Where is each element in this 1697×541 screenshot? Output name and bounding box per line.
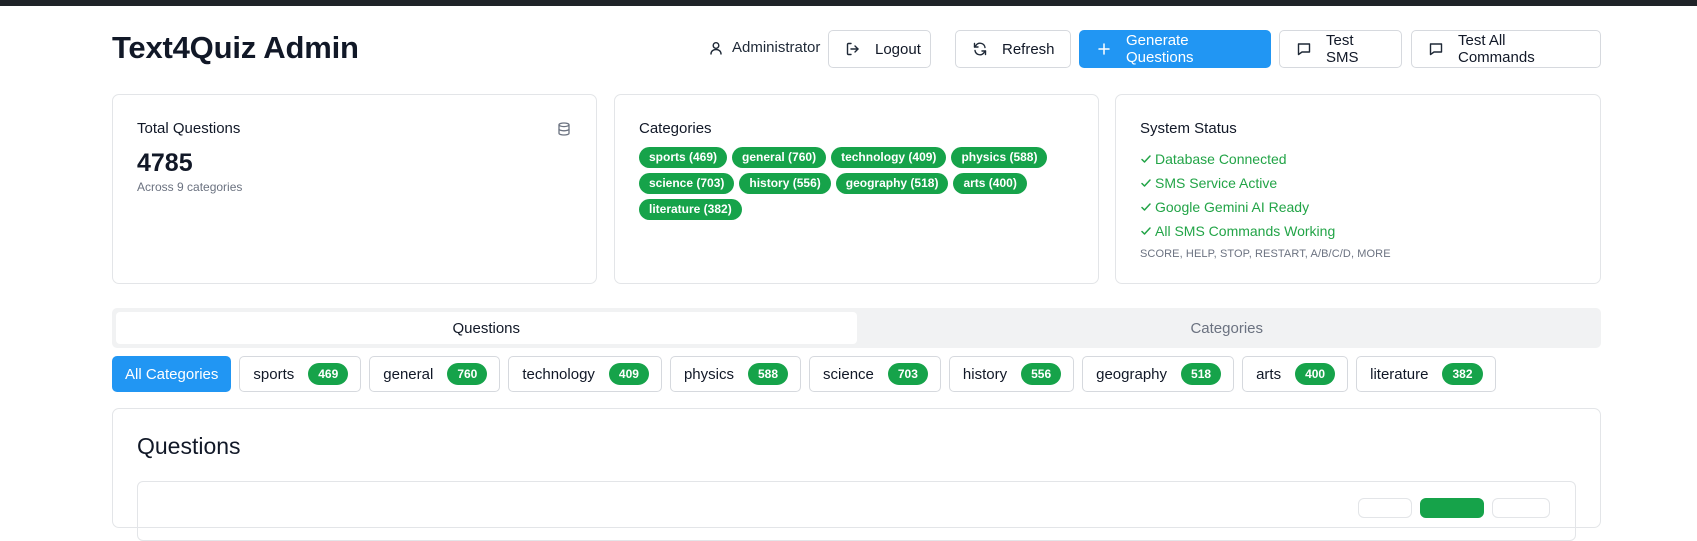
logout-icon xyxy=(846,42,859,56)
database-icon xyxy=(558,122,570,136)
category-pill: history (556) xyxy=(739,173,831,194)
total-questions-card: Total Questions 4785 Across 9 categories xyxy=(112,94,597,284)
filter-label: arts xyxy=(1256,365,1282,383)
filter-label: history xyxy=(962,365,1008,383)
questions-panel: Questions xyxy=(112,408,1601,541)
status-note: SCORE, HELP, STOP, RESTART, A/B/C/D, MOR… xyxy=(1140,248,1391,260)
question-action-button[interactable] xyxy=(1492,498,1550,518)
message-icon xyxy=(1429,43,1443,56)
card-title: System Status xyxy=(1140,120,1237,137)
tab-categories[interactable]: Categories xyxy=(857,312,1598,344)
filter-label: sports xyxy=(253,365,295,383)
filter-all-categories[interactable]: All Categories xyxy=(112,356,232,392)
status-item: Database Connected xyxy=(1140,147,1391,171)
top-bar xyxy=(0,0,1697,6)
category-pill: general (760) xyxy=(732,147,827,168)
status-item: SMS Service Active xyxy=(1140,171,1391,195)
status-text: Database Connected xyxy=(1155,151,1287,167)
refresh-icon xyxy=(973,42,987,56)
user-info: Administrator xyxy=(708,39,820,56)
tab-bar: Questions Categories xyxy=(112,308,1601,348)
category-pills: sports (469) general (760) technology (4… xyxy=(639,147,1069,220)
status-item: Google Gemini AI Ready xyxy=(1140,195,1391,219)
check-icon xyxy=(1141,227,1151,235)
test-sms-button[interactable]: Test SMS xyxy=(1279,30,1402,68)
total-questions-subtitle: Across 9 categories xyxy=(137,180,243,194)
filter-literature[interactable]: literature 382 xyxy=(1356,356,1496,392)
filter-label: physics xyxy=(683,365,734,383)
category-pill: arts (400) xyxy=(953,173,1027,194)
filter-count-badge: 588 xyxy=(747,363,789,385)
filter-label: geography xyxy=(1096,365,1168,383)
filter-label: science xyxy=(823,365,874,383)
filter-count-badge: 703 xyxy=(887,363,928,385)
tab-questions[interactable]: Questions xyxy=(116,312,857,344)
status-text: All SMS Commands Working xyxy=(1155,223,1336,239)
filter-history[interactable]: history 556 xyxy=(948,356,1075,392)
card-title: Categories xyxy=(639,120,712,137)
filter-technology[interactable]: technology 409 xyxy=(508,356,662,392)
filter-count-badge: 518 xyxy=(1181,363,1222,385)
filter-count-badge: 469 xyxy=(308,363,349,385)
system-status-card: System Status Database Connected SMS Ser… xyxy=(1115,94,1601,284)
message-icon xyxy=(1297,43,1311,56)
question-row xyxy=(137,481,1576,541)
category-pill: physics (588) xyxy=(951,147,1048,168)
app-title: Text4Quiz Admin xyxy=(112,30,359,65)
card-title: Total Questions xyxy=(137,120,241,137)
test-sms-label: Test SMS xyxy=(1326,32,1359,66)
logout-label: Logout xyxy=(875,40,921,58)
plus-icon xyxy=(1098,43,1110,55)
refresh-button[interactable]: Refresh xyxy=(955,30,1071,68)
filter-arts[interactable]: arts 400 xyxy=(1242,356,1349,392)
category-pill: science (703) xyxy=(639,173,735,194)
filter-count-badge: 382 xyxy=(1442,363,1483,385)
filter-physics[interactable]: physics 588 xyxy=(669,356,802,392)
logout-button[interactable]: Logout xyxy=(828,30,931,68)
status-item: All SMS Commands Working xyxy=(1140,219,1391,243)
user-name: Administrator xyxy=(732,39,821,56)
filter-geography[interactable]: geography 518 xyxy=(1082,356,1235,392)
category-pill: technology (409) xyxy=(831,147,947,168)
test-all-commands-button[interactable]: Test All Commands xyxy=(1411,30,1601,68)
categories-card: Categories sports (469) general (760) te… xyxy=(614,94,1099,284)
question-action-button[interactable] xyxy=(1358,498,1412,518)
filter-count-badge: 556 xyxy=(1021,363,1062,385)
status-text: SMS Service Active xyxy=(1155,175,1278,191)
status-text: Google Gemini AI Ready xyxy=(1155,199,1310,215)
filter-count-badge: 400 xyxy=(1295,363,1336,385)
filter-science[interactable]: science 703 xyxy=(809,356,941,392)
category-pill: literature (382) xyxy=(639,199,742,220)
questions-title: Questions xyxy=(137,433,241,459)
refresh-label: Refresh xyxy=(1002,40,1055,58)
filter-label: general xyxy=(383,365,434,383)
category-pill: geography (518) xyxy=(835,173,949,194)
filter-sports[interactable]: sports 469 xyxy=(239,356,362,392)
filter-count-badge: 760 xyxy=(447,363,488,385)
user-icon xyxy=(710,41,722,55)
check-icon xyxy=(1141,203,1151,211)
check-icon xyxy=(1141,155,1151,163)
status-list: Database Connected SMS Service Active Go… xyxy=(1140,147,1391,260)
generate-questions-button[interactable]: Generate Questions xyxy=(1079,30,1271,68)
generate-questions-label: Generate Questions xyxy=(1126,32,1194,66)
test-all-commands-label: Test All Commands xyxy=(1458,32,1535,66)
total-questions-value: 4785 xyxy=(137,149,193,177)
question-status-badge xyxy=(1420,498,1484,518)
filter-label: literature xyxy=(1370,365,1429,383)
category-pill: sports (469) xyxy=(639,147,728,168)
check-icon xyxy=(1141,179,1151,187)
category-filter-bar: All Categories sports 469 general 760 tech… xyxy=(112,356,1496,392)
filter-count-badge: 409 xyxy=(608,363,649,385)
filter-general[interactable]: general 760 xyxy=(369,356,501,392)
filter-label: technology xyxy=(522,365,595,383)
